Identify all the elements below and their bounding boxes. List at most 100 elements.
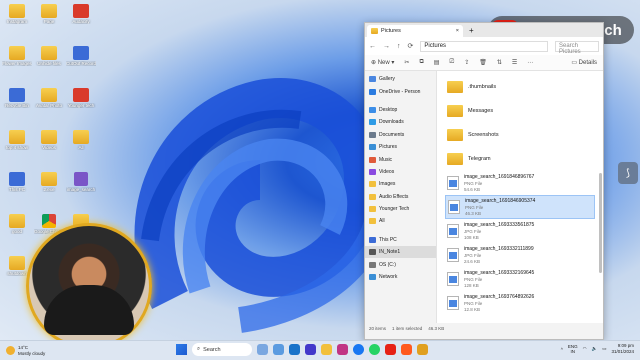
widgets-icon[interactable]	[273, 344, 284, 355]
nav-item-label: Videos	[379, 168, 395, 175]
desktop-shortcut[interactable]: Flower Images	[2, 46, 32, 66]
more-icon[interactable]: ···	[527, 60, 533, 66]
nav-item[interactable]: Images	[365, 178, 436, 190]
back-icon[interactable]: ←	[369, 43, 376, 50]
facebook-icon[interactable]	[353, 344, 364, 355]
file-size: 46.3 KB	[465, 211, 482, 216]
file-type: PNG File	[464, 181, 483, 186]
up-icon[interactable]: ↑	[397, 43, 401, 50]
folder-icon	[9, 4, 25, 18]
desktop-shortcut[interactable]: Avatar Photo	[34, 88, 64, 108]
nav-item[interactable]: Audio Effects	[365, 191, 436, 203]
wifi-icon[interactable]: ◠	[583, 346, 587, 352]
desktop-shortcut[interactable]: This PC	[2, 172, 32, 192]
clock[interactable]: 9:09 pm 31/01/2024	[611, 343, 634, 355]
scrollbar[interactable]	[599, 173, 602, 273]
close-icon[interactable]: ×	[456, 28, 459, 34]
new-button[interactable]: ⊕ New ▾	[371, 59, 394, 66]
cut-icon[interactable]: ✂	[404, 59, 409, 66]
desktop-shortcut[interactable]: Videos	[34, 130, 64, 150]
folder-item[interactable]: Messages	[445, 99, 595, 123]
nav-item[interactable]: Music	[365, 153, 436, 165]
folder-item[interactable]: .thumbnails	[445, 75, 595, 99]
youtube-icon[interactable]	[385, 344, 396, 355]
desktop-shortcut[interactable]: CutOut Recorder	[66, 46, 96, 66]
desktop-shortcut[interactable]: Audacity	[66, 4, 96, 24]
nav-item[interactable]: Desktop	[365, 104, 436, 116]
selection-count: 1 item selected	[392, 325, 423, 331]
file-item[interactable]: image_search_1691846896767 PNG File 54.6…	[445, 171, 595, 195]
task-view-icon[interactable]	[257, 344, 268, 355]
edge-icon[interactable]	[289, 344, 300, 355]
tab-pictures[interactable]: Pictures ×	[367, 25, 463, 37]
file-explorer-icon[interactable]	[321, 344, 332, 355]
nav-item[interactable]: Documents	[365, 129, 436, 141]
weather-widget[interactable]: 14°C Mostly cloudy	[0, 345, 80, 356]
nav-item[interactable]: Younger Tech	[365, 203, 436, 215]
whatsapp-icon[interactable]	[369, 344, 380, 355]
chevron-up-icon[interactable]: ^	[561, 347, 563, 352]
desktop-shortcut[interactable]: Instagram	[2, 4, 32, 24]
file-size: 12.8 KB	[464, 307, 481, 312]
selection-size: 46.3 KB	[428, 325, 445, 331]
file-list: .thumbnails Messages Screenshots Telegra…	[437, 71, 603, 323]
add-tab-icon[interactable]: +	[469, 26, 474, 35]
taskbar-search[interactable]: ⌕ Search	[192, 343, 252, 356]
file-item[interactable]: image_search_1693764892626 PNG File 12.8…	[445, 291, 595, 315]
forward-icon[interactable]: →	[383, 43, 390, 50]
search-input[interactable]: Search Pictures	[555, 40, 599, 55]
desktop-shortcut[interactable]: All	[66, 130, 96, 150]
home-icon	[73, 88, 89, 102]
address-field[interactable]: Pictures	[420, 40, 548, 52]
nav-item[interactable]: All	[365, 215, 436, 227]
file-item[interactable]: image_search_1691846905374 PNG File 46.3…	[445, 195, 595, 219]
file-item[interactable]: image_search_1693332111899 JPG File 24.6…	[445, 243, 595, 267]
shortcut-label: top 4 show	[6, 145, 28, 150]
instagram-icon[interactable]	[337, 344, 348, 355]
nav-item-label: Downloads	[379, 119, 404, 126]
desktop-shortcut[interactable]: good	[2, 214, 32, 234]
desktop-shortcut[interactable]: Younger tech	[66, 88, 96, 108]
sort-icon[interactable]: ⇅	[497, 59, 502, 66]
app-icon[interactable]	[417, 344, 428, 355]
floating-widget[interactable]: ⟆	[618, 162, 638, 184]
desktop-shortcut[interactable]: top 4 show	[2, 130, 32, 150]
folder-item[interactable]: Screenshots	[445, 123, 595, 147]
folder-name: .thumbnails	[468, 84, 497, 90]
desktop-shortcut[interactable]: Page	[34, 4, 64, 24]
desktop-shortcut[interactable]: 2.exe	[34, 172, 64, 192]
command-bar: ⊕ New ▾ ✂ ⧉ ▤ ⎚ ⇪ 🗑 ⇅ ☰ ··· ▭ Details	[365, 55, 603, 71]
view-icon[interactable]: ☰	[512, 59, 517, 66]
copy-icon[interactable]: ⧉	[419, 59, 423, 66]
nav-item[interactable]: Downloads	[365, 116, 436, 128]
details-button[interactable]: ▭ Details	[571, 59, 597, 66]
refresh-icon[interactable]: ⟳	[408, 42, 414, 50]
nav-item[interactable]: Network	[365, 271, 436, 283]
language-indicator[interactable]: ENG IN	[568, 344, 578, 354]
app-icon[interactable]	[401, 344, 412, 355]
nav-item[interactable]: This PC	[365, 234, 436, 246]
rename-icon[interactable]: ⎚	[449, 59, 454, 66]
nav-item[interactable]: Gallery	[365, 73, 436, 85]
nav-item[interactable]: OneDrive - Person	[365, 85, 436, 97]
file-item[interactable]: image_search_1693332169645 PNG File 128 …	[445, 267, 595, 291]
app-icon[interactable]	[305, 344, 316, 355]
nav-item[interactable]: OS (C:)	[365, 258, 436, 270]
nav-item[interactable]: IN_Note1	[365, 246, 436, 259]
battery-icon[interactable]: ▭	[602, 346, 606, 352]
desktop-shortcut[interactable]: Unhide files	[34, 46, 64, 66]
folder-item[interactable]: Telegram	[445, 147, 595, 171]
nav-item[interactable]: Pictures	[365, 141, 436, 153]
windows-start-icon[interactable]	[176, 344, 187, 355]
delete-icon[interactable]: 🗑	[479, 59, 487, 66]
nav-item[interactable]: Videos	[365, 166, 436, 178]
volume-icon[interactable]: 🔈	[592, 346, 598, 352]
desktop-shortcut[interactable]: Recycle Bin	[2, 88, 32, 108]
paste-icon[interactable]: ▤	[434, 59, 440, 66]
desktop-shortcut[interactable]: image_search	[66, 172, 96, 192]
file-item[interactable]: image_search_1693333561875 JPG File 108 …	[445, 219, 595, 243]
tab-bar: Pictures × +	[365, 23, 603, 37]
share-icon[interactable]: ⇪	[464, 59, 469, 66]
nav-item-label: OneDrive - Person	[379, 88, 421, 95]
pictures-icon	[369, 144, 376, 151]
